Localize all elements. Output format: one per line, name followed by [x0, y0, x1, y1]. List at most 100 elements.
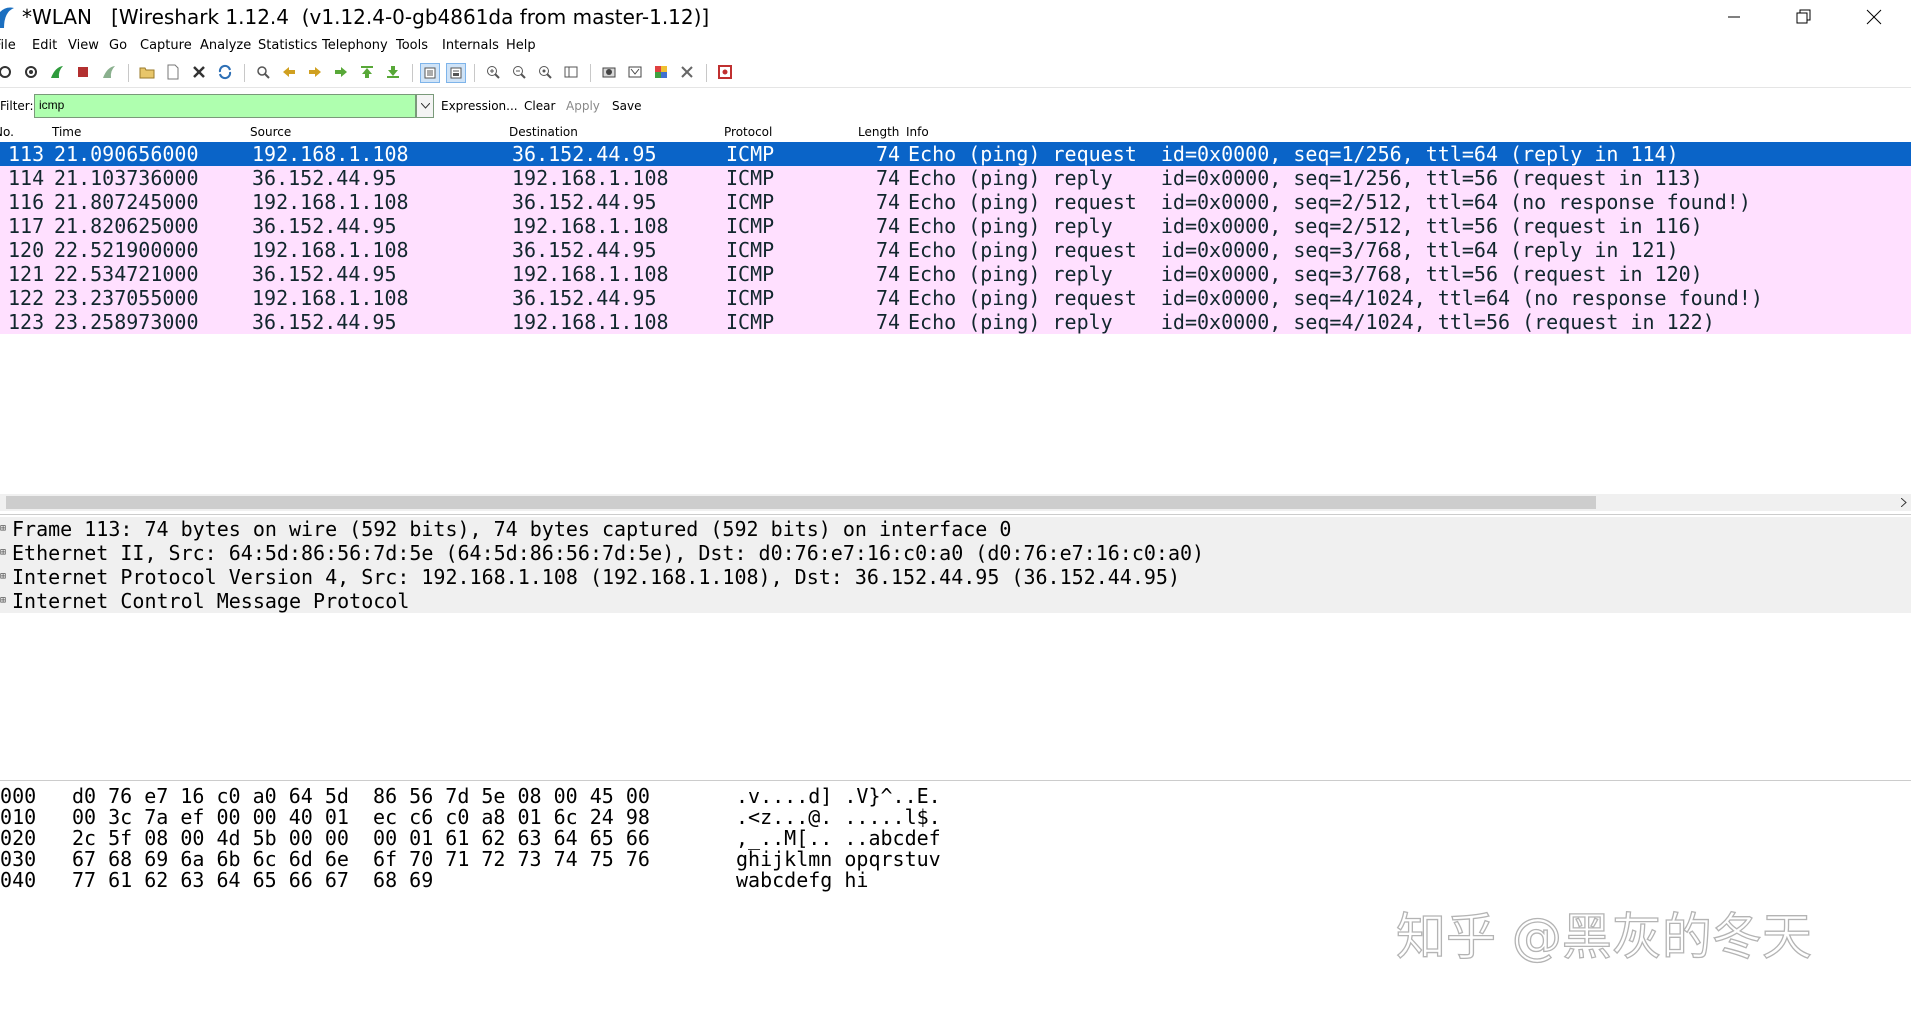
close-button[interactable] [1840, 0, 1908, 34]
title-bar: *WLAN [Wireshark 1.12.4 (v1.12.4-0-gb486… [0, 0, 1911, 36]
resize-columns-button[interactable] [562, 63, 580, 81]
start-capture-button[interactable] [48, 63, 66, 81]
save-filter-button[interactable]: Save [612, 99, 641, 113]
packet-row[interactable]: 120 22.521900000 192.168.1.108 36.152.44… [0, 238, 1911, 262]
packet-row[interactable]: 113 21.090656000 192.168.1.108 36.152.44… [0, 142, 1911, 166]
packet-bytes-pane: 0000 d0 76 e7 16 c0 a0 64 5d 86 56 7d 5e… [0, 784, 1911, 1011]
normal-size-button[interactable] [536, 63, 554, 81]
last-packet-button[interactable] [384, 63, 402, 81]
filter-dropdown-button[interactable] [416, 94, 434, 118]
preferences-button[interactable] [678, 63, 696, 81]
menu-edit[interactable]: Edit [32, 38, 57, 53]
packet-row[interactable]: 123 23.258973000 36.152.44.95 192.168.1.… [0, 310, 1911, 334]
coloring-rules-button[interactable] [652, 63, 670, 81]
restore-button[interactable] [1770, 0, 1838, 34]
column-header-destination[interactable]: Destination [509, 125, 578, 139]
column-header-source[interactable]: Source [250, 125, 291, 139]
interfaces-button[interactable] [0, 63, 14, 81]
apply-button[interactable]: Apply [566, 99, 600, 113]
expression-button[interactable]: Expression... [441, 99, 518, 113]
packet-info: Echo (ping) reply id=0x0000, seq=1/256, … [908, 166, 1703, 190]
restart-capture-button[interactable] [100, 63, 118, 81]
packet-row[interactable]: 114 21.103736000 36.152.44.95 192.168.1.… [0, 166, 1911, 190]
main-toolbar [0, 59, 1911, 88]
packet-protocol: ICMP [726, 262, 775, 286]
packet-info: Echo (ping) request id=0x0000, seq=4/102… [908, 286, 1763, 310]
auto-scroll-button[interactable] [446, 63, 466, 83]
clear-button[interactable]: Clear [524, 99, 555, 113]
capture-filter-icon [602, 67, 616, 78]
detail-row-ip[interactable]: ⊞ Internet Protocol Version 4, Src: 192.… [0, 565, 1911, 590]
packet-row[interactable]: 117 21.820625000 36.152.44.95 192.168.1.… [0, 214, 1911, 238]
menu-capture[interactable]: Capture [140, 38, 192, 53]
packet-destination: 36.152.44.95 [512, 142, 657, 166]
menu-file[interactable]: File [0, 38, 16, 53]
packet-list-horizontal-scrollbar[interactable] [0, 494, 1911, 511]
packet-source: 192.168.1.108 [252, 238, 409, 262]
menu-analyze[interactable]: Analyze [200, 38, 251, 53]
minimize-button[interactable] [1700, 0, 1768, 34]
go-back-button[interactable] [280, 63, 298, 81]
watermark: 知乎 @黑灰的冬天 [1396, 907, 1813, 966]
go-forward-button[interactable] [306, 63, 324, 81]
packet-destination: 36.152.44.95 [512, 286, 657, 310]
packet-row[interactable]: 122 23.237055000 192.168.1.108 36.152.44… [0, 286, 1911, 310]
packet-info: Echo (ping) reply id=0x0000, seq=3/768, … [908, 262, 1703, 286]
hex-bytes: d0 76 e7 16 c0 a0 64 5d 86 56 7d 5e 08 0… [72, 784, 650, 808]
close-file-button[interactable] [190, 63, 208, 81]
packet-destination: 36.152.44.95 [512, 190, 657, 214]
capture-filters-button[interactable] [600, 63, 618, 81]
arrow-down-icon [387, 66, 399, 78]
hex-ascii: .v....d] .V}^..E. [736, 784, 941, 808]
find-packet-button[interactable] [254, 63, 272, 81]
packet-row[interactable]: 116 21.807245000 192.168.1.108 36.152.44… [0, 190, 1911, 214]
hex-row: 0010 00 3c 7a ef 00 00 40 01 ec c6 c0 a8… [0, 807, 941, 828]
expand-icon[interactable]: ⊞ [0, 595, 7, 606]
zoom-reset-icon [539, 66, 552, 79]
chevron-right-icon[interactable] [1901, 498, 1907, 507]
zoom-out-button[interactable] [510, 63, 528, 81]
menu-statistics[interactable]: Statistics [258, 38, 317, 53]
detail-row-frame[interactable]: ⊞ Frame 113: 74 bytes on wire (592 bits)… [0, 517, 1911, 542]
help-button[interactable] [716, 63, 734, 81]
column-header-protocol[interactable]: Protocol [724, 125, 772, 139]
shark-fin-icon [51, 66, 63, 78]
packet-length: 74 [876, 262, 901, 286]
column-header-time[interactable]: Time [52, 125, 81, 139]
expand-icon[interactable]: ⊞ [0, 571, 7, 582]
filter-input[interactable]: icmp [34, 94, 416, 118]
reload-button[interactable] [216, 63, 234, 81]
display-filters-button[interactable] [626, 63, 644, 81]
stop-icon [78, 67, 88, 77]
zoom-in-button[interactable] [484, 63, 502, 81]
open-button[interactable] [138, 63, 156, 81]
menu-view[interactable]: View [68, 38, 99, 53]
colorize-button[interactable] [420, 63, 440, 83]
packet-protocol: ICMP [726, 214, 775, 238]
menu-bar: File Edit View Go Capture Analyze Statis… [0, 36, 1911, 58]
column-header-info[interactable]: Info [906, 125, 929, 139]
detail-row-ethernet[interactable]: ⊞ Ethernet II, Src: 64:5d:86:56:7d:5e (6… [0, 541, 1911, 566]
column-header-length[interactable]: Length [858, 125, 899, 139]
first-packet-button[interactable] [358, 63, 376, 81]
options-button[interactable] [22, 63, 40, 81]
menu-tools[interactable]: Tools [396, 38, 428, 53]
menu-go[interactable]: Go [109, 38, 127, 53]
packet-destination: 192.168.1.108 [512, 310, 669, 334]
packet-source: 36.152.44.95 [252, 166, 397, 190]
hex-offset: 0020 [0, 826, 37, 850]
scrollbar-thumb[interactable] [6, 496, 1596, 509]
column-header-no[interactable]: No. [0, 125, 14, 139]
packet-no: 113 [8, 142, 45, 166]
menu-help[interactable]: Help [506, 38, 536, 53]
expand-icon[interactable]: ⊞ [0, 523, 7, 534]
menu-telephony[interactable]: Telephony [322, 38, 388, 53]
save-file-button[interactable] [164, 63, 182, 81]
detail-row-icmp[interactable]: ⊞ Internet Control Message Protocol [0, 589, 1911, 614]
stop-capture-button[interactable] [74, 63, 92, 81]
menu-internals[interactable]: Internals [442, 38, 499, 53]
expand-icon[interactable]: ⊞ [0, 547, 7, 558]
options-icon [25, 66, 37, 78]
go-to-packet-button[interactable] [332, 63, 350, 81]
packet-row[interactable]: 121 22.534721000 36.152.44.95 192.168.1.… [0, 262, 1911, 286]
